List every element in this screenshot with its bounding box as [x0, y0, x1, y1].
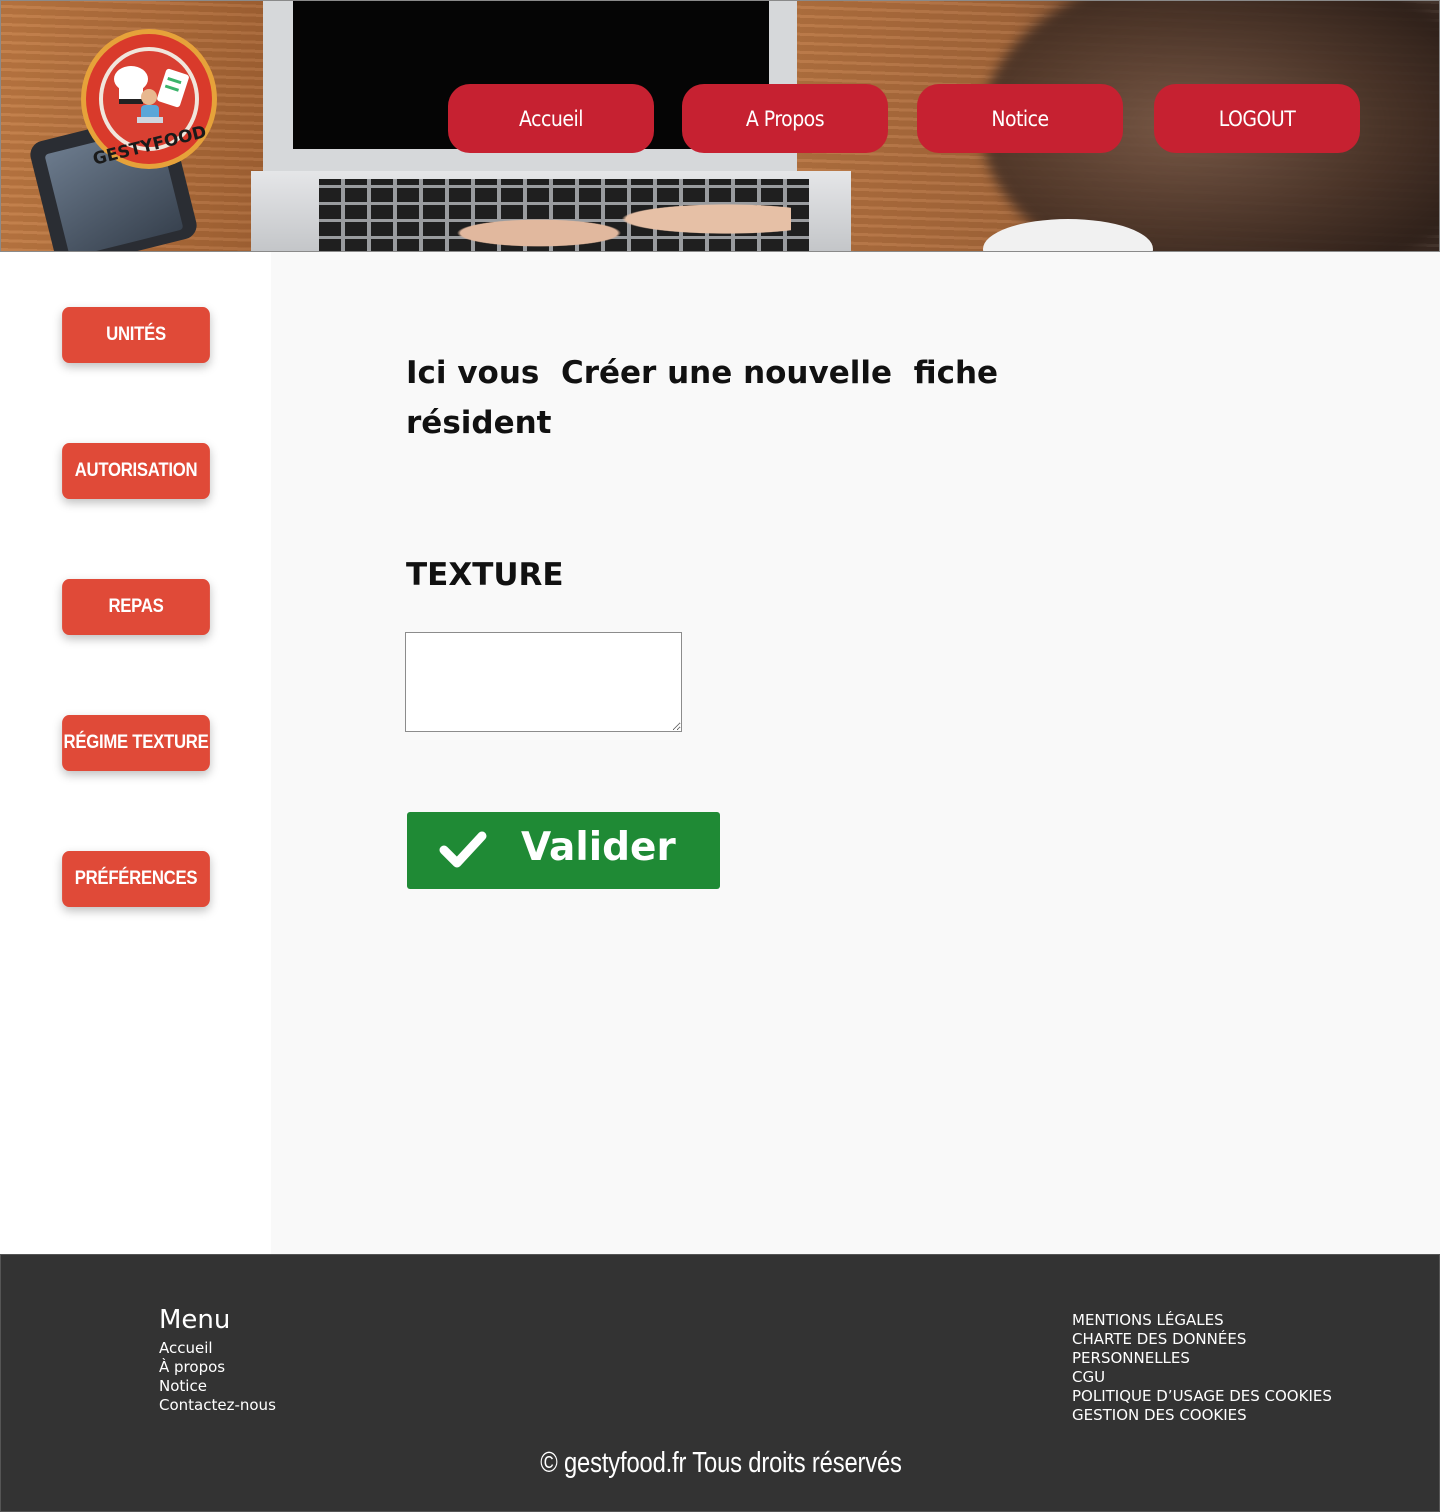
- legal-link-charte[interactable]: CHARTE DES DONNÉES: [1072, 1330, 1332, 1349]
- legal-link-cgu[interactable]: CGU: [1072, 1368, 1332, 1387]
- legal-link-cookies-settings[interactable]: GESTION DES COOKIES: [1072, 1406, 1332, 1425]
- check-icon: [439, 831, 487, 868]
- page-title: Ici vous Créer une nouvelle fiche réside…: [406, 355, 999, 441]
- valider-label: Valider: [521, 825, 676, 870]
- logo-icon: GESTYFOOD: [81, 29, 217, 170]
- footer-menu-links: Accueil À propos Notice Contactez-nous: [159, 1339, 276, 1415]
- legal-link-cookies-policy[interactable]: POLITIQUE D’USAGE DES COOKIES: [1072, 1387, 1332, 1406]
- logout-button[interactable]: LOGOUT: [1154, 84, 1360, 153]
- footer-legal-links: MENTIONS LÉGALES CHARTE DES DONNÉES PERS…: [1072, 1311, 1332, 1425]
- sidebar-item-regime-texture[interactable]: RÉGIME TEXTURE: [62, 715, 210, 771]
- sidebar: UNITÉS AUTORISATION REPAS RÉGIME TEXTURE…: [0, 252, 271, 1254]
- legal-link-personnelles[interactable]: PERSONNELLES: [1072, 1349, 1332, 1368]
- footer-menu-title: Menu: [159, 1305, 231, 1335]
- sidebar-item-autorisation[interactable]: AUTORISATION: [62, 443, 210, 499]
- sidebar-item-preferences[interactable]: PRÉFÉRENCES: [62, 851, 210, 907]
- texture-input[interactable]: [405, 632, 682, 732]
- copyright-text: © gestyfood.fr Tous droits réservés: [540, 1447, 902, 1479]
- sidebar-item-repas[interactable]: REPAS: [62, 579, 210, 635]
- footer-link-notice[interactable]: Notice: [159, 1377, 276, 1396]
- texture-label: TEXTURE: [406, 557, 564, 593]
- header-background-hands: [431, 191, 791, 251]
- sidebar-item-unites[interactable]: UNITÉS: [62, 307, 210, 363]
- nav-notice-button[interactable]: Notice: [917, 84, 1123, 153]
- main-content: Ici vous Créer une nouvelle fiche réside…: [271, 252, 1440, 1254]
- gestyfood-logo[interactable]: GESTYFOOD: [79, 27, 219, 171]
- nav-a-propos-button[interactable]: A Propos: [682, 84, 888, 153]
- footer-link-contact[interactable]: Contactez-nous: [159, 1396, 276, 1415]
- valider-button[interactable]: Valider: [407, 812, 720, 889]
- legal-link-mentions[interactable]: MENTIONS LÉGALES: [1072, 1311, 1332, 1330]
- nav-accueil-button[interactable]: Accueil: [448, 84, 654, 153]
- footer-link-accueil[interactable]: Accueil: [159, 1339, 276, 1358]
- footer: Menu Accueil À propos Notice Contactez-n…: [0, 1254, 1440, 1512]
- header-banner: GESTYFOOD Accueil A Propos Notice LOGOUT: [0, 0, 1440, 252]
- footer-link-a-propos[interactable]: À propos: [159, 1358, 276, 1377]
